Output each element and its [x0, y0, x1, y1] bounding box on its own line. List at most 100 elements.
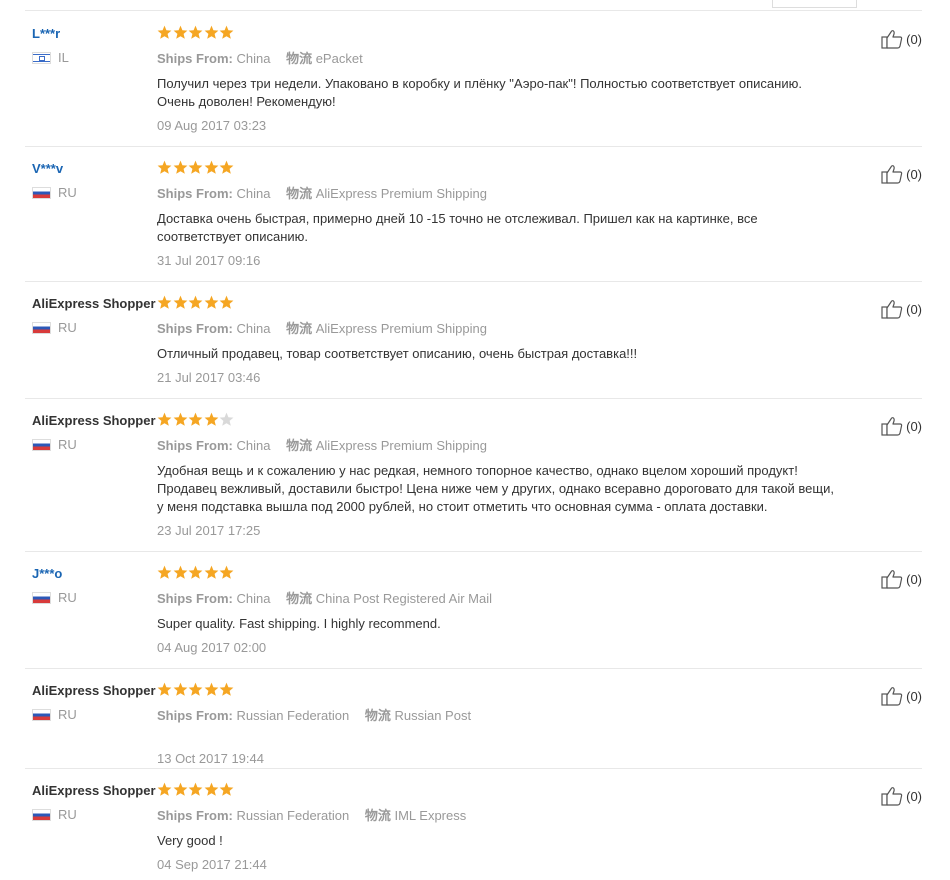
- logistics-value: ePacket: [315, 51, 363, 66]
- reviewer-country: IL: [32, 50, 157, 65]
- star-filled-icon: [204, 782, 219, 797]
- review-text: Доставка очень быстрая, примерно дней 10…: [157, 211, 758, 244]
- ships-from-label: Ships From:: [157, 321, 233, 336]
- review-date: 09 Aug 2017 03:23: [157, 118, 267, 133]
- star-filled-icon: [204, 682, 219, 697]
- star-filled-icon: [173, 25, 188, 40]
- thumbs-up-icon[interactable]: [881, 686, 903, 706]
- ships-from-value: China: [236, 186, 271, 201]
- reviewer: AliExpress Shopper RU: [32, 783, 157, 822]
- helpful-count: (0): [906, 571, 922, 587]
- star-rating: [157, 410, 837, 428]
- star-filled-icon: [219, 782, 234, 797]
- star-filled-icon: [173, 295, 188, 310]
- reviewer-name: AliExpress Shopper: [32, 296, 156, 311]
- country-code: RU: [58, 707, 77, 722]
- star-filled-icon: [173, 782, 188, 797]
- ships-from-label: Ships From:: [157, 186, 233, 201]
- shipping-info: Ships From: China 物流 ePacket: [157, 48, 837, 67]
- review-text: Super quality. Fast shipping. I highly r…: [157, 616, 441, 631]
- reviewer-country: RU: [32, 437, 157, 452]
- helpful-button[interactable]: (0): [881, 786, 922, 806]
- star-rating: [157, 780, 837, 798]
- star-filled-icon: [188, 565, 203, 580]
- star-filled-icon: [219, 295, 234, 310]
- russia-flag-icon: [32, 591, 51, 604]
- helpful-count: (0): [906, 301, 922, 317]
- helpful-button[interactable]: (0): [881, 416, 922, 436]
- russia-flag-icon: [32, 808, 51, 821]
- star-filled-icon: [157, 160, 172, 175]
- helpful-button[interactable]: (0): [881, 686, 922, 706]
- logistics-value: Russian Post: [394, 708, 472, 723]
- star-rating: [157, 563, 837, 581]
- logistics-value: AliExpress Premium Shipping: [315, 321, 487, 336]
- star-rating: [157, 293, 837, 311]
- ships-from-value: China: [236, 591, 271, 606]
- star-filled-icon: [204, 160, 219, 175]
- reviewer-name[interactable]: V***v: [32, 161, 157, 176]
- reviewer-name[interactable]: L***r: [32, 26, 157, 41]
- shipping-info: Ships From: China 物流 AliExpress Premium …: [157, 318, 837, 337]
- helpful-count: (0): [906, 688, 922, 704]
- reviewer-country: RU: [32, 807, 157, 822]
- shipping-info: Ships From: China 物流 China Post Register…: [157, 588, 837, 607]
- review-date: 23 Jul 2017 17:25: [157, 523, 261, 538]
- star-filled-icon: [157, 782, 172, 797]
- helpful-button[interactable]: (0): [881, 164, 922, 184]
- russia-flag-icon: [32, 708, 51, 721]
- ships-from-value: China: [236, 51, 271, 66]
- country-code: IL: [58, 50, 69, 65]
- star-filled-icon: [188, 782, 203, 797]
- star-filled-icon: [204, 295, 219, 310]
- star-filled-icon: [157, 295, 172, 310]
- star-filled-icon: [173, 565, 188, 580]
- ships-from-value: China: [236, 438, 271, 453]
- review-item: V***v RU Ships From: China 物流 AliExpress…: [25, 146, 922, 282]
- reviewer: V***v RU: [32, 161, 157, 200]
- star-filled-icon: [157, 682, 172, 697]
- star-filled-icon: [204, 25, 219, 40]
- star-filled-icon: [188, 295, 203, 310]
- ships-from-value: China: [236, 321, 271, 336]
- reviewer-country: RU: [32, 590, 157, 605]
- thumbs-up-icon[interactable]: [881, 569, 903, 589]
- review-date: 31 Jul 2017 09:16: [157, 253, 261, 268]
- thumbs-up-icon[interactable]: [881, 416, 903, 436]
- helpful-button[interactable]: (0): [881, 299, 922, 319]
- logistics-label: 物流: [286, 438, 313, 453]
- review-text: [157, 732, 837, 744]
- reviewer: AliExpress Shopper RU: [32, 296, 157, 335]
- logistics-value: AliExpress Premium Shipping: [315, 438, 487, 453]
- ships-from-label: Ships From:: [157, 438, 233, 453]
- logistics-label: 物流: [286, 186, 313, 201]
- logistics-value: AliExpress Premium Shipping: [315, 186, 487, 201]
- star-filled-icon: [188, 160, 203, 175]
- star-filled-icon: [173, 160, 188, 175]
- review-item: J***o RU Ships From: China 物流 China Post…: [25, 551, 922, 669]
- review-item: AliExpress Shopper RU Ships From: China …: [25, 281, 922, 399]
- helpful-count: (0): [906, 31, 922, 47]
- star-empty-icon: [219, 412, 234, 427]
- logistics-value: China Post Registered Air Mail: [315, 591, 493, 606]
- thumbs-up-icon[interactable]: [881, 164, 903, 184]
- thumbs-up-icon[interactable]: [881, 786, 903, 806]
- country-code: RU: [58, 590, 77, 605]
- helpful-button[interactable]: (0): [881, 569, 922, 589]
- review-item: AliExpress Shopper RU Ships From: Russia…: [25, 668, 922, 769]
- star-filled-icon: [219, 25, 234, 40]
- star-filled-icon: [188, 682, 203, 697]
- thumbs-up-icon[interactable]: [881, 29, 903, 49]
- star-rating: [157, 23, 837, 41]
- reviewer-name[interactable]: J***o: [32, 566, 157, 581]
- helpful-button[interactable]: (0): [881, 29, 922, 49]
- reviewer-country: RU: [32, 185, 157, 200]
- thumbs-up-icon[interactable]: [881, 299, 903, 319]
- russia-flag-icon: [32, 438, 51, 451]
- ships-from-label: Ships From:: [157, 591, 233, 606]
- review-text: Very good !: [157, 833, 223, 848]
- shipping-info: Ships From: Russian Federation 物流 IML Ex…: [157, 805, 837, 824]
- russia-flag-icon: [32, 321, 51, 334]
- helpful-count: (0): [906, 166, 922, 182]
- star-filled-icon: [204, 412, 219, 427]
